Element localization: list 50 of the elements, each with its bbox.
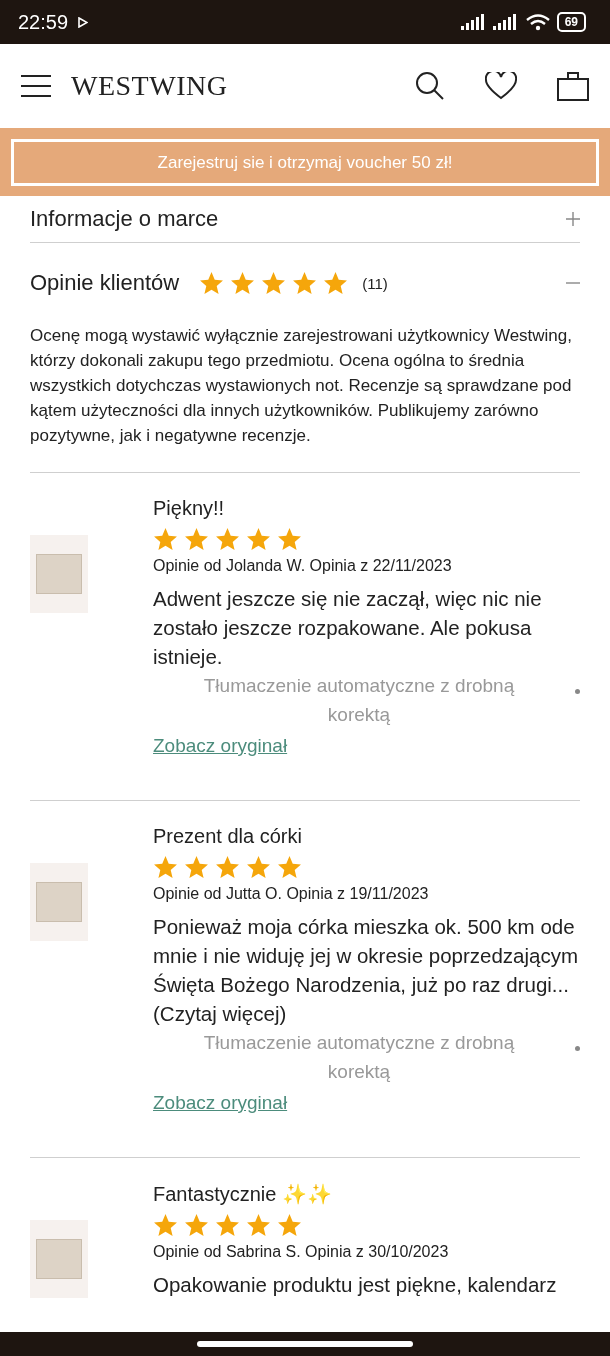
star-icon bbox=[246, 527, 271, 552]
star-icon bbox=[323, 270, 349, 296]
reviews-description: Ocenę mogą wystawić wyłącznie zarejestrowani użytkownicy Westwing, którzy dokonali zakupu tego przedmiotu. Ocena ogólna to średnia wszystkich dotychczas wystawionych not. Recenzje są sprawdzane pod kątem użyteczności dla innych użytkowników. Publikujemy zarówno pozytywne, jak i negatywne recenzje. bbox=[30, 325, 573, 447]
battery-icon: 69 bbox=[556, 12, 586, 32]
review-text: Adwent jeszcze się nie zaczął, więc nic nie zostało jeszcze rozpakowane. Ale pokusa istnieje. bbox=[153, 586, 543, 670]
heart-icon[interactable] bbox=[485, 72, 517, 100]
review-author-date: Opinie od Jolanda W. Opinia z 22/11/2023 bbox=[153, 557, 453, 575]
dot-icon bbox=[575, 688, 580, 694]
menu-icon[interactable] bbox=[21, 75, 51, 97]
view-original-link[interactable]: Zobacz oryginał bbox=[153, 731, 288, 760]
star-icon bbox=[153, 527, 178, 552]
translation-note: Tłumaczenie automatyczne z drobną korektą bbox=[202, 1031, 516, 1084]
section-title[interactable]: Opinie klientów bbox=[30, 270, 180, 296]
star-icon bbox=[277, 1213, 302, 1238]
read-more-link[interactable]: (Czytaj więcej) bbox=[153, 999, 580, 1028]
signal-icon bbox=[492, 14, 519, 30]
review-title: Fantastycznie ✨✨ bbox=[153, 1182, 333, 1206]
star-icon bbox=[153, 1213, 178, 1238]
review-author-date: Opinie od Jutta O. Opinia z 19/11/2023 bbox=[153, 885, 430, 903]
review-title: Prezent dla córki bbox=[153, 825, 303, 848]
star-icon bbox=[215, 527, 240, 552]
clock: 22:59 bbox=[18, 10, 69, 34]
section-title[interactable]: Informacje o marce bbox=[30, 206, 219, 232]
star-icon bbox=[230, 270, 256, 296]
wifi-icon bbox=[524, 13, 551, 31]
star-icon bbox=[215, 855, 240, 880]
translation-note: Tłumaczenie automatyczne z drobną korektą bbox=[202, 674, 516, 727]
star-icon bbox=[246, 855, 271, 880]
search-icon[interactable] bbox=[415, 71, 445, 101]
logo[interactable]: WESTWING bbox=[71, 70, 228, 102]
review-text: Opakowanie produktu jest piękne, kalendarz bbox=[153, 1272, 558, 1298]
review-title: Piękny!! bbox=[153, 497, 226, 520]
star-icon bbox=[261, 270, 287, 296]
signal-icon bbox=[460, 14, 487, 30]
star-icon bbox=[215, 1213, 240, 1238]
star-icon bbox=[277, 855, 302, 880]
star-icon bbox=[246, 1213, 271, 1238]
review-count: (11) bbox=[362, 274, 388, 292]
star-icon bbox=[184, 527, 209, 552]
star-icon bbox=[184, 855, 209, 880]
review-text: Ponieważ moja córka mieszka ok. 500 km ode mnie i nie widuję jej w okresie poprzedzającym Święta Bożego Narodzenia, już po raz drugi... bbox=[153, 914, 579, 998]
star-icon bbox=[199, 270, 225, 296]
star-icon bbox=[292, 270, 318, 296]
view-original-link[interactable]: Zobacz oryginał bbox=[153, 1088, 288, 1117]
dot-icon bbox=[575, 1045, 580, 1051]
shopping-bag-icon[interactable] bbox=[557, 71, 589, 101]
star-icon bbox=[277, 527, 302, 552]
star-icon bbox=[153, 855, 178, 880]
star-icon bbox=[184, 1213, 209, 1238]
review-author-date: Opinie od Sabrina S. Opinia z 30/10/2023 bbox=[153, 1243, 450, 1261]
